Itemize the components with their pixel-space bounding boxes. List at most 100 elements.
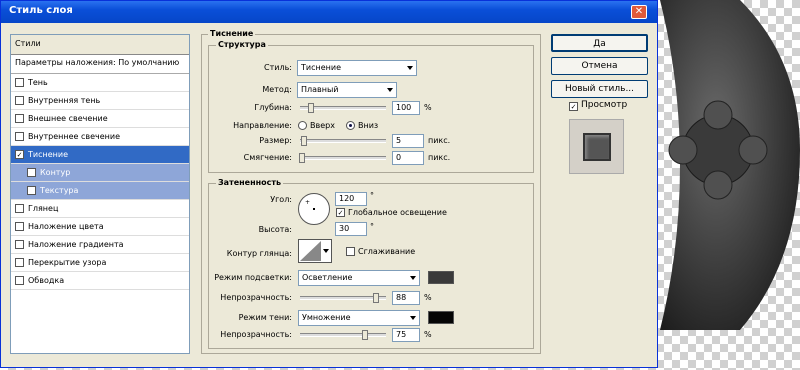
style-value: Тиснение — [301, 63, 341, 72]
size-slider[interactable] — [300, 136, 386, 146]
direction-up-label: Вверх — [310, 121, 335, 130]
style-item-checkbox[interactable]: ✓ — [15, 150, 24, 159]
preview-checkbox[interactable]: ✓ — [569, 102, 578, 111]
depth-unit: % — [424, 103, 432, 112]
cancel-button[interactable]: Отмена — [551, 57, 648, 75]
highlight-color-swatch[interactable] — [428, 271, 454, 284]
shadow-opacity-unit: % — [424, 330, 432, 339]
angle-label: Угол: — [270, 195, 292, 204]
highlight-opacity-label: Непрозрачность: — [220, 293, 292, 302]
direction-up-radio[interactable] — [298, 121, 307, 130]
style-item-label: Внутренняя тень — [28, 96, 101, 105]
style-item[interactable]: Внутреннее свечение — [11, 128, 189, 146]
shadow-opacity-label: Непрозрачность: — [220, 330, 292, 339]
style-item-label: Обводка — [28, 276, 65, 285]
style-item[interactable]: Глянец — [11, 200, 189, 218]
highlight-opacity-unit: % — [424, 293, 432, 302]
style-label: Стиль: — [264, 63, 292, 72]
angle-dial[interactable]: + — [298, 193, 330, 225]
style-item-label: Глянец — [28, 204, 59, 213]
contour-preview-icon — [300, 241, 321, 261]
highlight-mode-value: Осветление — [302, 273, 353, 282]
antialias-checkbox[interactable] — [346, 247, 355, 256]
chevron-down-icon — [387, 88, 393, 92]
style-item-checkbox[interactable] — [15, 204, 24, 213]
method-label: Метод: — [262, 85, 292, 94]
direction-down-radio[interactable] — [346, 121, 355, 130]
style-item-label: Тень — [28, 78, 48, 87]
gloss-contour-picker[interactable] — [298, 239, 332, 263]
shadow-color-swatch[interactable] — [428, 311, 454, 324]
style-item[interactable]: Тень — [11, 74, 189, 92]
highlight-opacity-field[interactable]: 88 — [392, 291, 420, 305]
style-item[interactable]: Внешнее свечение — [11, 110, 189, 128]
style-item[interactable]: Наложение цвета — [11, 218, 189, 236]
direction-label: Направление: — [233, 121, 292, 130]
window-title: Стиль слоя — [9, 5, 73, 16]
shadow-mode-select[interactable]: Умножение — [298, 310, 420, 326]
shadow-mode-label: Режим тени: — [238, 313, 292, 322]
close-button[interactable]: ✕ — [631, 5, 647, 19]
title-bar: Стиль слоя ✕ — [1, 1, 657, 23]
global-light-checkbox[interactable]: ✓ — [336, 208, 345, 217]
direction-down-label: Вниз — [358, 121, 379, 130]
soften-slider-thumb[interactable] — [299, 153, 305, 163]
style-item[interactable]: Текстура — [11, 182, 189, 200]
method-select[interactable]: Плавный — [297, 82, 397, 98]
highlight-opacity-thumb[interactable] — [373, 293, 379, 303]
angle-field[interactable]: 120 — [335, 192, 367, 206]
altitude-field[interactable]: 30 — [335, 222, 367, 236]
angle-unit: ° — [370, 191, 374, 200]
soften-label: Смягчение: — [243, 153, 292, 162]
antialias-label: Сглаживание — [358, 247, 416, 256]
style-item[interactable]: Наложение градиента — [11, 236, 189, 254]
style-item-checkbox[interactable] — [27, 168, 36, 177]
shadow-opacity-slider[interactable] — [300, 330, 386, 340]
style-item-checkbox[interactable] — [15, 96, 24, 105]
style-item-label: Контур — [40, 168, 71, 177]
style-item-checkbox[interactable] — [15, 240, 24, 249]
depth-slider-thumb[interactable] — [308, 103, 314, 113]
global-light-label: Глобальное освещение — [348, 208, 447, 217]
style-item-checkbox[interactable] — [15, 114, 24, 123]
style-item-checkbox[interactable] — [15, 258, 24, 267]
style-item-checkbox[interactable] — [15, 78, 24, 87]
style-item-checkbox[interactable] — [15, 222, 24, 231]
style-select[interactable]: Тиснение — [297, 60, 417, 76]
ok-button[interactable]: Да — [551, 34, 648, 52]
style-item[interactable]: ✓ Тиснение — [11, 146, 189, 164]
style-item-checkbox[interactable] — [15, 276, 24, 285]
blending-options[interactable]: Параметры наложения: По умолчанию — [11, 55, 189, 74]
chevron-down-icon — [410, 316, 416, 320]
size-slider-thumb[interactable] — [301, 136, 307, 146]
size-label: Размер: — [259, 136, 292, 145]
depth-slider[interactable] — [300, 103, 386, 113]
style-item-label: Внутреннее свечение — [28, 132, 120, 141]
style-item[interactable]: Перекрытие узора — [11, 254, 189, 272]
style-item-label: Наложение градиента — [28, 240, 124, 249]
style-item-checkbox[interactable] — [27, 186, 36, 195]
shading-title: Затененность — [216, 178, 284, 187]
soften-field[interactable]: 0 — [392, 151, 424, 165]
highlight-opacity-slider[interactable] — [300, 293, 386, 303]
section-title: Тиснение — [208, 29, 256, 38]
new-style-button[interactable]: Новый стиль... — [551, 80, 648, 98]
size-field[interactable]: 5 — [392, 134, 424, 148]
shadow-opacity-field[interactable]: 75 — [392, 328, 420, 342]
highlight-mode-select[interactable]: Осветление — [298, 270, 420, 286]
depth-field[interactable]: 100 — [392, 101, 420, 115]
highlight-mode-label: Режим подсветки: — [214, 273, 292, 282]
style-item[interactable]: Обводка — [11, 272, 189, 290]
styles-header[interactable]: Стили — [11, 35, 189, 55]
chevron-down-icon — [323, 249, 329, 253]
style-item-label: Внешнее свечение — [28, 114, 108, 123]
style-item-checkbox[interactable] — [15, 132, 24, 141]
size-unit: пикс. — [428, 136, 451, 145]
style-item[interactable]: Контур — [11, 164, 189, 182]
styles-list: Стили Параметры наложения: По умолчанию … — [10, 34, 190, 354]
layer-style-dialog: Стиль слоя ✕ Стили Параметры наложения: … — [0, 0, 658, 368]
soften-slider[interactable] — [299, 153, 386, 163]
shadow-mode-value: Умножение — [302, 313, 351, 322]
style-item[interactable]: Внутренняя тень — [11, 92, 189, 110]
shadow-opacity-thumb[interactable] — [362, 330, 368, 340]
